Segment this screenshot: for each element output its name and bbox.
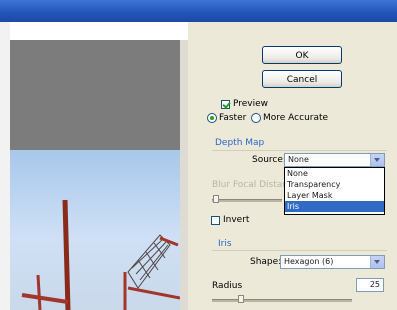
- blur-focal-slider-track[interactable]: [212, 199, 282, 202]
- invert-checkbox[interactable]: [211, 216, 220, 225]
- source-select-value: None: [288, 155, 309, 164]
- shape-label: Shape:: [250, 257, 282, 267]
- chevron-down-icon[interactable]: [370, 154, 384, 166]
- invert-label: Invert: [223, 215, 250, 225]
- chair-image: [21, 199, 180, 310]
- preview-area: [10, 40, 180, 310]
- source-option-iris[interactable]: Iris: [285, 201, 384, 212]
- chevron-down-icon[interactable]: [370, 256, 384, 268]
- more-accurate-radio[interactable]: [251, 113, 261, 123]
- preview-checkbox[interactable]: [221, 100, 230, 109]
- radius-slider-track[interactable]: [212, 299, 352, 302]
- shape-select[interactable]: Hexagon (6): [280, 255, 385, 269]
- source-option-transparency[interactable]: Transparency: [285, 179, 384, 190]
- radius-input[interactable]: 25: [356, 278, 384, 292]
- faster-radio[interactable]: [207, 113, 217, 123]
- ok-button[interactable]: OK: [262, 46, 342, 64]
- canvas-margin: [0, 22, 10, 310]
- blur-focal-slider-thumb[interactable]: [213, 195, 219, 203]
- source-label: Source:: [252, 155, 286, 165]
- depth-map-section-label: Depth Map: [215, 138, 265, 148]
- more-accurate-label: More Accurate: [263, 113, 329, 123]
- source-option-layer-mask[interactable]: Layer Mask: [285, 190, 384, 201]
- cancel-button[interactable]: Cancel: [262, 70, 342, 88]
- preview-scrollbar[interactable]: [180, 40, 188, 310]
- depth-map-divider: [212, 150, 387, 151]
- radius-label: Radius: [212, 281, 243, 291]
- iris-divider: [212, 250, 387, 251]
- faster-label: Faster: [219, 113, 247, 123]
- source-dropdown-list: None Transparency Layer Mask Iris: [284, 167, 385, 215]
- radius-slider-thumb[interactable]: [238, 295, 244, 303]
- shape-select-value: Hexagon (6): [284, 257, 334, 266]
- title-bar: [0, 0, 397, 22]
- source-option-none[interactable]: None: [285, 168, 384, 179]
- iris-section-label: Iris: [218, 239, 232, 249]
- preview-label: Preview: [233, 99, 269, 109]
- source-select[interactable]: None: [284, 153, 385, 167]
